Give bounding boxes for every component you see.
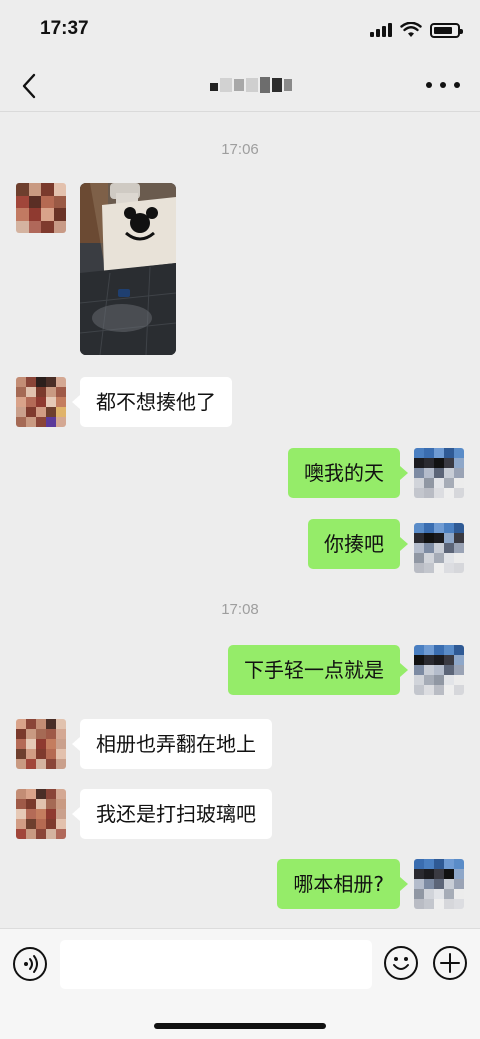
message-input[interactable]	[60, 940, 372, 989]
user-avatar[interactable]	[414, 448, 464, 498]
message-bubble-received[interactable]: 我还是打扫玻璃吧	[72, 789, 272, 839]
message-list[interactable]: 17:06 都不想揍他了 噢我的天 你揍吧 17:08 下手轻一点就是 相册也弄…	[0, 113, 480, 928]
plus-icon	[440, 953, 460, 973]
message-bubble-sent[interactable]: 哪本相册?	[277, 859, 408, 909]
photo-thumbnail	[80, 183, 176, 355]
chat-title	[210, 74, 292, 96]
message-bubble-received[interactable]: 相册也弄翻在地上	[72, 719, 272, 769]
message-bubble-sent[interactable]: 下手轻一点就是	[228, 645, 408, 695]
home-indicator	[154, 1023, 326, 1029]
ellipsis-icon	[426, 82, 432, 88]
contact-avatar[interactable]	[16, 377, 66, 427]
emoji-icon	[393, 957, 409, 970]
timestamp: 17:08	[221, 601, 259, 618]
timestamp: 17:06	[221, 141, 259, 158]
cellular-signal-icon	[370, 23, 392, 37]
more-functions-button[interactable]	[433, 946, 467, 980]
message-bubble-sent[interactable]: 你揍吧	[308, 519, 408, 569]
contact-avatar[interactable]	[16, 183, 66, 233]
chat-header	[0, 60, 480, 112]
status-icons	[370, 22, 463, 38]
contact-avatar[interactable]	[16, 719, 66, 769]
message-bubble-received[interactable]: 都不想揍他了	[72, 377, 232, 427]
input-bar	[0, 928, 480, 1039]
battery-icon	[430, 22, 463, 38]
back-button[interactable]	[14, 70, 46, 102]
user-avatar[interactable]	[414, 859, 464, 909]
user-avatar[interactable]	[414, 645, 464, 695]
voice-button[interactable]	[13, 947, 47, 981]
user-avatar[interactable]	[414, 523, 464, 573]
status-bar: 17:37	[0, 0, 480, 60]
image-message[interactable]	[80, 183, 176, 355]
more-button[interactable]	[426, 72, 460, 98]
emoji-button[interactable]	[384, 946, 418, 980]
status-time: 17:37	[40, 18, 89, 39]
chevron-left-icon	[22, 73, 36, 99]
contact-avatar[interactable]	[16, 789, 66, 839]
wifi-icon	[400, 22, 422, 37]
battery-level	[434, 26, 452, 34]
message-bubble-sent[interactable]: 噢我的天	[288, 448, 408, 498]
voice-icon	[24, 955, 38, 973]
